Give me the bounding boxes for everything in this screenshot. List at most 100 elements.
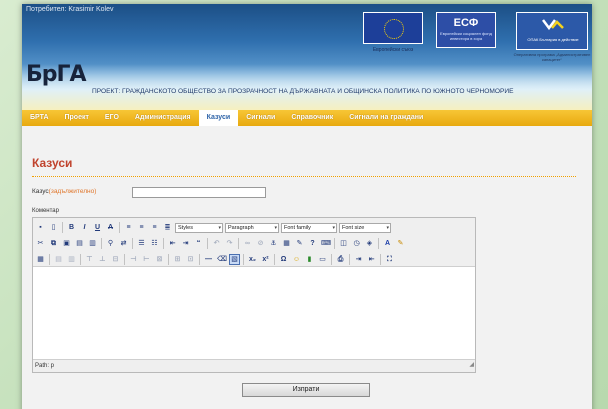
required-note: (задължително) <box>48 188 97 195</box>
submit-button[interactable]: Изпрати <box>242 383 370 397</box>
rtl-icon[interactable]: ⇤ <box>366 254 377 265</box>
align-right-icon[interactable]: ≡ <box>149 222 160 233</box>
nav-item-project[interactable]: Проект <box>57 110 97 126</box>
italic-icon[interactable]: I <box>79 222 90 233</box>
toolbar-separator <box>349 254 350 265</box>
paste-icon[interactable]: ▣ <box>61 238 72 249</box>
bold-icon[interactable]: B <box>66 222 77 233</box>
strikethrough-icon[interactable]: A <box>105 222 116 233</box>
eu-flag-logo <box>363 12 423 44</box>
case-label-text: Казус <box>32 188 49 195</box>
copy-icon[interactable]: ⧉ <box>48 238 59 249</box>
highlight-color-icon[interactable]: ✎ <box>395 238 406 249</box>
insert-row-before-icon[interactable]: ⊤ <box>84 254 95 265</box>
code-icon[interactable]: ⌨ <box>320 238 331 249</box>
special-char-icon[interactable]: Ω <box>278 254 289 265</box>
toolbar-separator <box>124 254 125 265</box>
anchor-icon[interactable]: ⚓ <box>268 238 279 249</box>
redo-icon[interactable]: ↷ <box>224 238 235 249</box>
new-document-icon[interactable]: ▯ <box>48 222 59 233</box>
toolbar-row-1: ▪ ▯ B I U A ≡ ≡ ≡ ≣ Styles ▾ Paragraph ▾ F… <box>35 220 473 235</box>
case-label: Казус(задължително) <box>32 188 96 195</box>
styles-select[interactable]: Styles ▾ <box>175 222 223 233</box>
blockquote-icon[interactable]: “ <box>193 238 204 249</box>
page-title: Казуси <box>32 156 73 170</box>
format-select-value: Paragraph <box>228 224 254 231</box>
font-family-select[interactable]: Font family ▾ <box>281 222 337 233</box>
toolbar-separator <box>199 254 200 265</box>
fullscreen-icon[interactable]: ⛶ <box>384 254 395 265</box>
delete-row-icon[interactable]: ⊟ <box>110 254 121 265</box>
insert-date-icon[interactable]: ◫ <box>338 238 349 249</box>
cut-icon[interactable]: ✂ <box>35 238 46 249</box>
esf-title: ЕСФ <box>453 17 479 29</box>
resize-handle-icon[interactable]: ◢ <box>469 359 474 371</box>
emotions-icon[interactable]: ☺ <box>291 254 302 265</box>
media-icon[interactable]: ▮ <box>304 254 315 265</box>
bullet-list-icon[interactable]: ☰ <box>136 238 147 249</box>
toolbar-separator <box>119 222 120 233</box>
toolbar-separator <box>243 254 244 265</box>
split-cells-icon[interactable]: ⊞ <box>172 254 183 265</box>
site-logo[interactable]: БрГА <box>26 62 87 87</box>
undo-icon[interactable]: ↶ <box>211 238 222 249</box>
format-select[interactable]: Paragraph ▾ <box>225 222 279 233</box>
nav-item-directory[interactable]: Справочник <box>283 110 341 126</box>
comment-edit-area[interactable] <box>33 267 475 359</box>
subscript-icon[interactable]: x₂ <box>247 254 258 265</box>
print-icon[interactable]: ⎙ <box>335 254 346 265</box>
chevron-down-icon: ▾ <box>274 224 277 231</box>
toolbar-separator <box>132 238 133 249</box>
nav-item-cases[interactable]: Казуси <box>198 110 239 126</box>
case-input[interactable] <box>132 187 266 198</box>
nav-item-citizen-signals[interactable]: Сигнали на граждани <box>341 110 431 126</box>
horizontal-rule-icon[interactable]: — <box>203 254 214 265</box>
underline-icon[interactable]: U <box>92 222 103 233</box>
indent-icon[interactable]: ⇥ <box>180 238 191 249</box>
superscript-icon[interactable]: x² <box>260 254 271 265</box>
insert-time-icon[interactable]: ◷ <box>351 238 362 249</box>
remove-format-icon[interactable]: ⌫ <box>216 254 227 265</box>
numbered-list-icon[interactable]: ☷ <box>149 238 160 249</box>
cleanup-icon[interactable]: ✎ <box>294 238 305 249</box>
site-header: Потребител: Krasimir Kolev Европейски съ… <box>22 4 592 110</box>
nav-item-ego[interactable]: ЕГО <box>97 110 127 126</box>
table-icon[interactable]: ▦ <box>35 254 46 265</box>
toolbar-separator <box>80 254 81 265</box>
nav-item-brta[interactable]: БРТА <box>22 110 57 126</box>
text-color-icon[interactable]: A <box>382 238 393 249</box>
advhr-icon[interactable]: ▭ <box>317 254 328 265</box>
esf-logo: ЕСФ Европейски социален фонд инвестира в… <box>436 12 496 48</box>
align-left-icon[interactable]: ≡ <box>123 222 134 233</box>
help-icon[interactable]: ? <box>307 238 318 249</box>
unlink-icon[interactable]: ⊘ <box>255 238 266 249</box>
outdent-icon[interactable]: ⇤ <box>167 238 178 249</box>
image-icon[interactable]: ▦ <box>281 238 292 249</box>
nav-item-administration[interactable]: Администрация <box>127 110 199 126</box>
link-icon[interactable]: ∞ <box>242 238 253 249</box>
current-user: Потребител: Krasimir Kolev <box>26 6 114 13</box>
save-icon[interactable]: ▪ <box>35 222 46 233</box>
element-path: Path: p <box>35 363 55 369</box>
insert-row-after-icon[interactable]: ⊥ <box>97 254 108 265</box>
align-justify-icon[interactable]: ≣ <box>162 222 173 233</box>
replace-icon[interactable]: ⇄ <box>118 238 129 249</box>
main-nav: БРТА Проект ЕГО Администрация Казуси Сиг… <box>22 110 592 126</box>
paste-word-icon[interactable]: ▥ <box>87 238 98 249</box>
row-props-icon[interactable]: ▤ <box>53 254 64 265</box>
font-size-select[interactable]: Font size ▾ <box>339 222 391 233</box>
find-icon[interactable]: ⚲ <box>105 238 116 249</box>
cell-props-icon[interactable]: ▥ <box>66 254 77 265</box>
insert-col-before-icon[interactable]: ⊣ <box>128 254 139 265</box>
preview-icon[interactable]: ◈ <box>364 238 375 249</box>
paste-text-icon[interactable]: ▤ <box>74 238 85 249</box>
insert-col-after-icon[interactable]: ⊢ <box>141 254 152 265</box>
nav-item-signals[interactable]: Сигнали <box>238 110 283 126</box>
merge-cells-icon[interactable]: ⊡ <box>185 254 196 265</box>
op-logo: ОПАК България в действие <box>516 12 588 50</box>
ltr-icon[interactable]: ⇥ <box>353 254 364 265</box>
align-center-icon[interactable]: ≡ <box>136 222 147 233</box>
delete-col-icon[interactable]: ⊠ <box>154 254 165 265</box>
comment-label: Коментар <box>32 208 59 214</box>
visual-aid-icon[interactable]: ▧ <box>229 254 240 265</box>
